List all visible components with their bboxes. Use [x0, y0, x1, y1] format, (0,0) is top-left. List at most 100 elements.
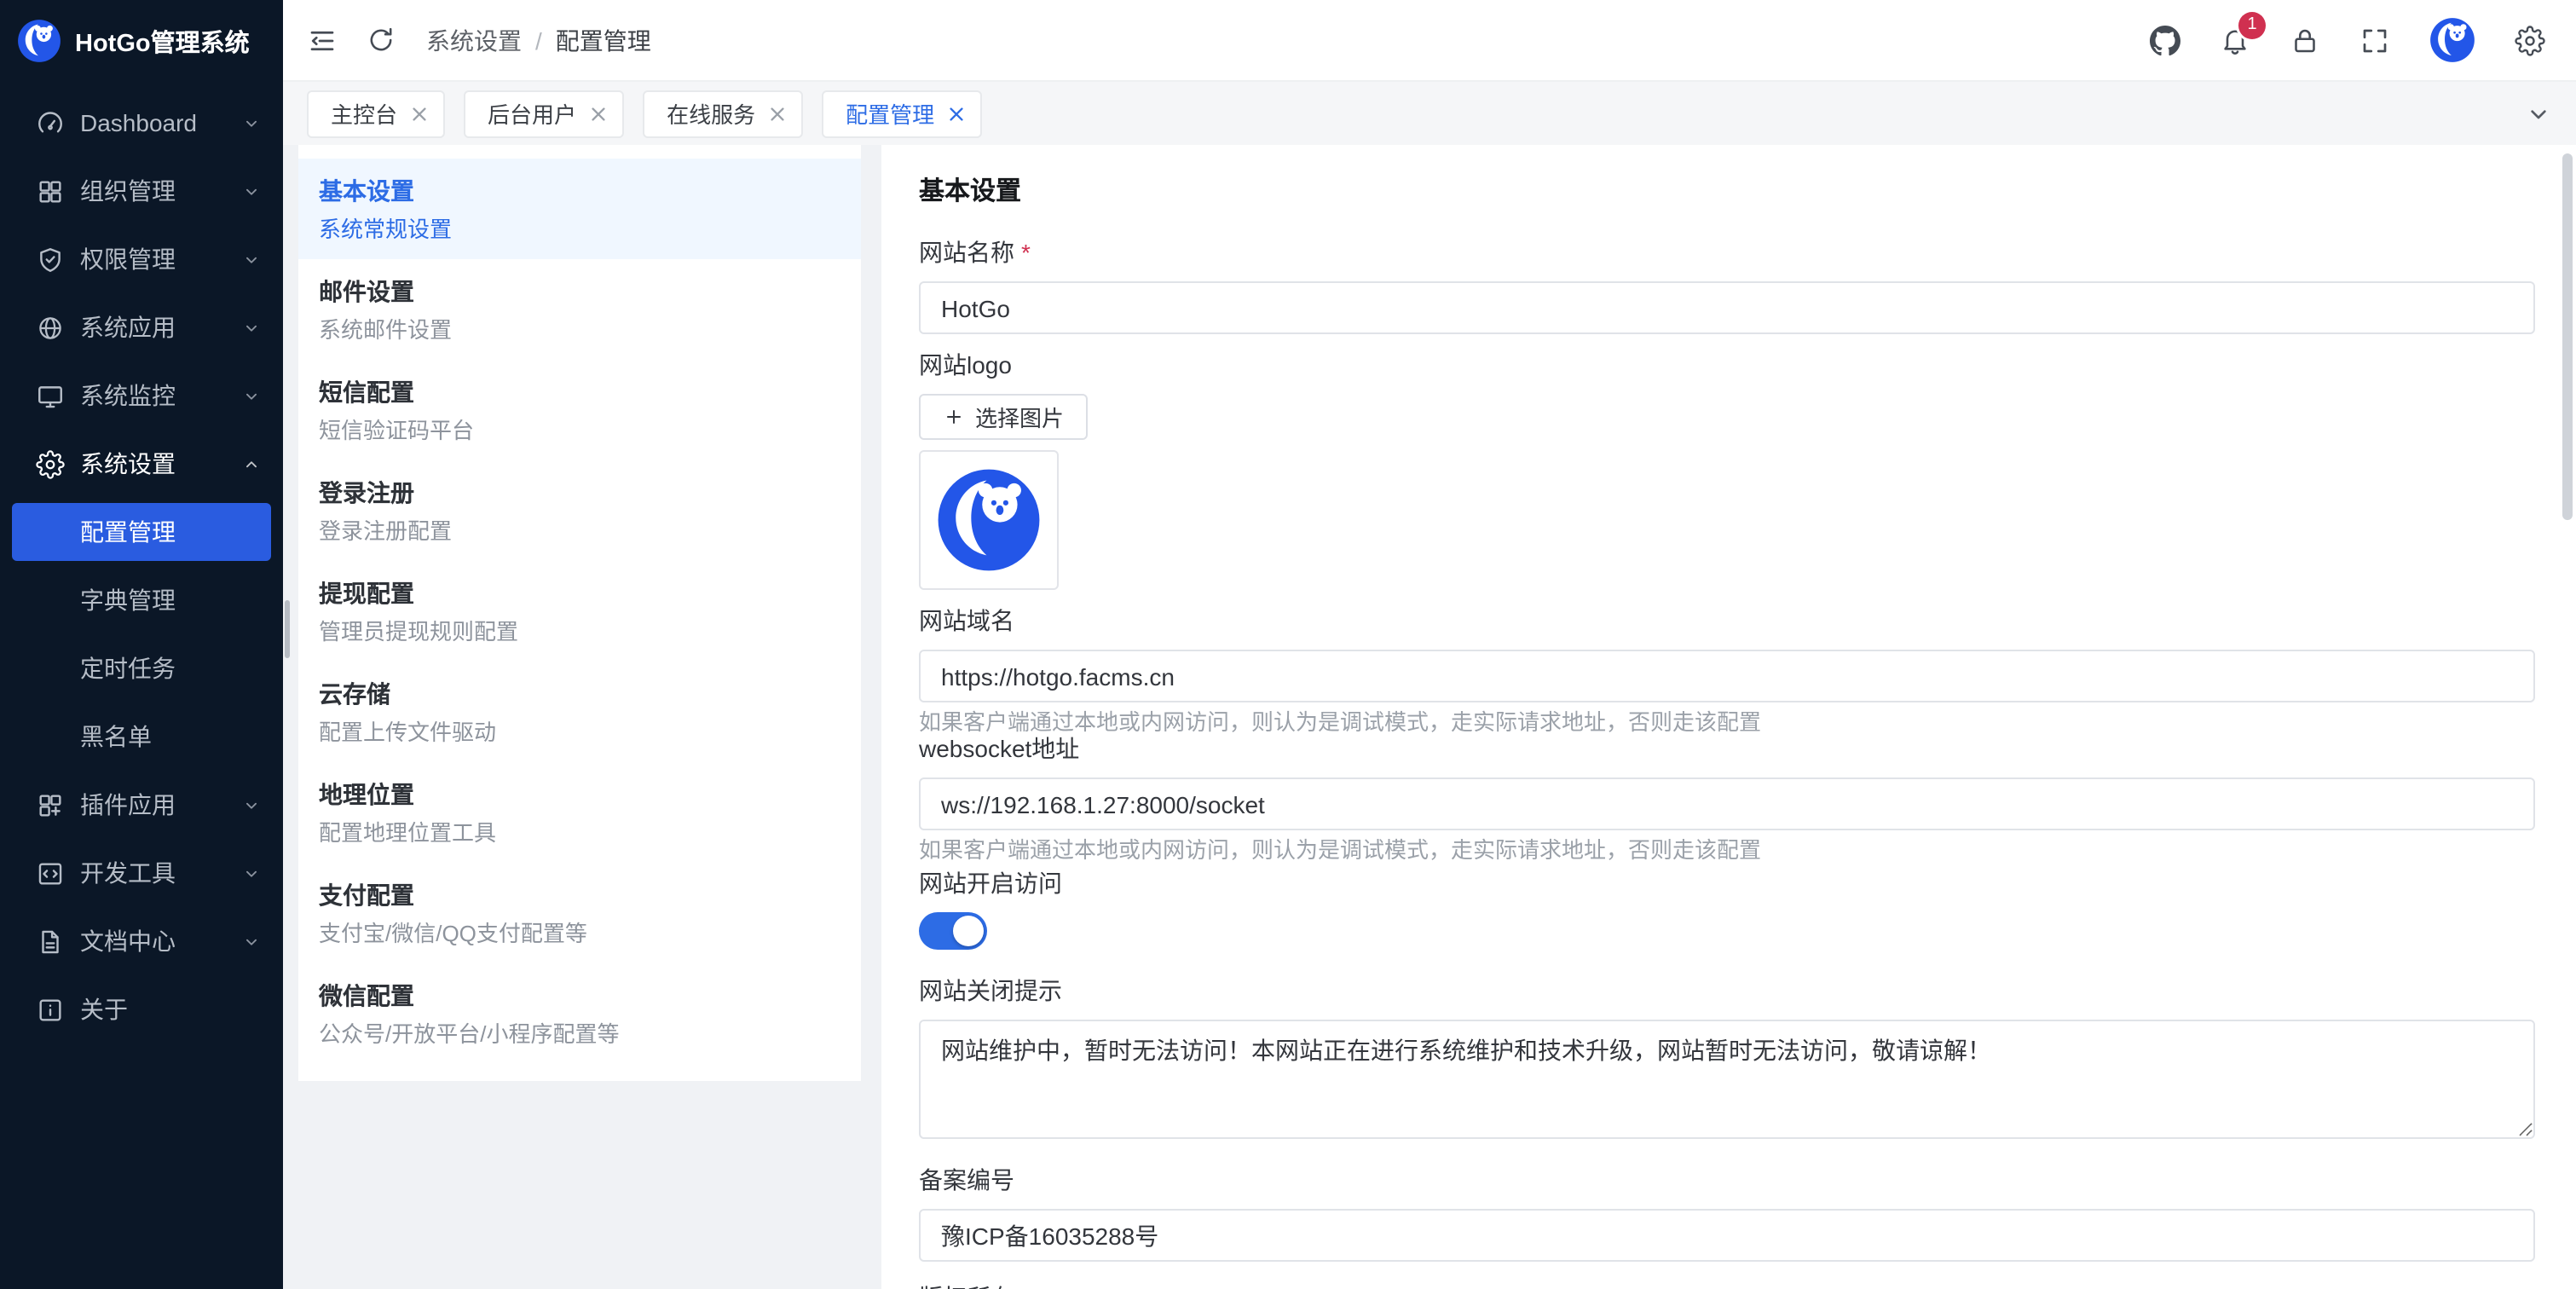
lock-icon[interactable]: [2290, 25, 2320, 55]
settings-nav-wechat[interactable]: 微信配置 公众号/开放平台/小程序配置等: [298, 963, 861, 1064]
field-close-tip: 网站关闭提示 网站维护中，暂时无法访问！本网站正在进行系统维护和技术升级，网站暂…: [919, 977, 2535, 1139]
sidebar-item-organization[interactable]: 组织管理: [0, 157, 283, 225]
settings-nav-basic[interactable]: 基本设置 系统常规设置: [298, 159, 861, 259]
settings-nav-cloud-storage[interactable]: 云存储 配置上传文件驱动: [298, 662, 861, 762]
plus-icon: [943, 406, 965, 428]
sidebar-item-plugins[interactable]: 插件应用: [0, 771, 283, 839]
tab-close-icon[interactable]: [586, 101, 610, 125]
settings-form: 基本设置 网站名称* 网站logo 选择图片 网站域名: [881, 145, 2576, 1289]
app-logo[interactable]: HotGo管理系统: [0, 0, 283, 82]
breadcrumb: 系统设置 / 配置管理: [426, 23, 651, 57]
settings-nav-geolocation[interactable]: 地理位置 配置地理位置工具: [298, 762, 861, 863]
dashboard-icon: [36, 108, 65, 137]
notification-badge: 1: [2238, 11, 2266, 38]
site-domain-help: 如果客户端通过本地或内网访问，则认为是调试模式，走实际请求地址，否则走该配置: [919, 709, 2535, 735]
field-site-open: 网站开启访问: [919, 870, 2535, 950]
header: 系统设置 / 配置管理 1: [283, 0, 2576, 82]
site-open-toggle[interactable]: [919, 912, 987, 950]
refresh-icon[interactable]: [367, 26, 396, 55]
sidebar: HotGo管理系统 Dashboard 组织管理 权限管理 系统应用: [0, 0, 283, 1289]
subitem-label: 配置管理: [80, 515, 176, 549]
app-title: HotGo管理系统: [75, 23, 250, 59]
sidebar-item-permissions[interactable]: 权限管理: [0, 225, 283, 293]
document-icon: [36, 927, 65, 956]
chevron-down-icon: [242, 113, 261, 132]
field-icp: 备案编号: [919, 1166, 2535, 1262]
chevron-down-icon: [242, 932, 261, 951]
subitem-label: 字典管理: [80, 583, 176, 617]
vertical-scrollbar[interactable]: [2562, 153, 2573, 520]
close-tip-textarea[interactable]: 网站维护中，暂时无法访问！本网站正在进行系统维护和技术升级，网站暂时无法访问，敬…: [919, 1020, 2535, 1139]
sidebar-subitem-blacklist[interactable]: 黑名单: [0, 702, 283, 771]
chevron-down-icon[interactable]: [2525, 100, 2552, 127]
toggle-knob: [953, 916, 984, 946]
hotgo-logo-image: [936, 467, 1042, 573]
breadcrumb-separator: /: [535, 26, 542, 54]
app-root: HotGo管理系统 Dashboard 组织管理 权限管理 系统应用: [0, 0, 2576, 1289]
tab-config-management[interactable]: 配置管理: [822, 90, 982, 137]
subitem-label: 定时任务: [80, 651, 176, 685]
settings-nav-email[interactable]: 邮件设置 系统邮件设置: [298, 259, 861, 360]
settings-panel-scrollbar[interactable]: [285, 600, 290, 658]
chevron-down-icon: [242, 864, 261, 882]
icp-input[interactable]: [919, 1209, 2535, 1262]
github-icon[interactable]: [2150, 25, 2180, 55]
dev-tools-icon: [36, 858, 65, 887]
site-domain-input[interactable]: [919, 650, 2535, 702]
fullscreen-icon[interactable]: [2359, 25, 2390, 55]
sidebar-item-system-apps[interactable]: 系统应用: [0, 293, 283, 361]
field-websocket: websocket地址 如果客户端通过本地或内网访问，则认为是调试模式，走实际请…: [919, 735, 2535, 863]
settings-nav-sms[interactable]: 短信配置 短信验证码平台: [298, 360, 861, 460]
settings-nav-login[interactable]: 登录注册 登录注册配置: [298, 460, 861, 561]
sidebar-item-about[interactable]: 关于: [0, 975, 283, 1043]
site-logo-label: 网站logo: [919, 351, 2535, 380]
icp-label: 备案编号: [919, 1166, 2535, 1195]
field-site-domain: 网站域名 如果客户端通过本地或内网访问，则认为是调试模式，走实际请求地址，否则走…: [919, 607, 2535, 735]
sidebar-item-system-monitor[interactable]: 系统监控: [0, 361, 283, 430]
sidebar-subitem-dictionary[interactable]: 字典管理: [0, 566, 283, 634]
tab-close-icon[interactable]: [765, 101, 789, 125]
tab-console[interactable]: 主控台: [307, 90, 445, 137]
site-open-label: 网站开启访问: [919, 870, 2535, 899]
tab-online-service[interactable]: 在线服务: [643, 90, 803, 137]
sidebar-subitem-scheduled-tasks[interactable]: 定时任务: [0, 634, 283, 702]
breadcrumb-parent[interactable]: 系统设置: [426, 23, 522, 57]
close-tip-label: 网站关闭提示: [919, 977, 2535, 1006]
notification-bell-icon[interactable]: 1: [2220, 25, 2250, 55]
field-site-name: 网站名称*: [919, 239, 2535, 334]
sidebar-item-docs[interactable]: 文档中心: [0, 907, 283, 975]
settings-nav-panel: 基本设置 系统常规设置 邮件设置 系统邮件设置 短信配置 短信验证码平台 登录注…: [298, 145, 861, 1081]
settings-nav-payment[interactable]: 支付配置 支付宝/微信/QQ支付配置等: [298, 863, 861, 963]
subitem-label: 黑名单: [80, 720, 152, 754]
chevron-down-icon: [242, 795, 261, 814]
sidebar-item-system-settings[interactable]: 系统设置: [0, 430, 283, 498]
org-grid-icon: [36, 176, 65, 205]
monitor-icon: [36, 381, 65, 410]
menu-collapse-icon[interactable]: [307, 25, 338, 55]
sidebar-item-dashboard[interactable]: Dashboard: [0, 89, 283, 157]
site-logo-preview[interactable]: [919, 450, 1059, 590]
sidebar-subitem-config-management[interactable]: 配置管理: [0, 498, 283, 566]
sidebar-item-dev-tools[interactable]: 开发工具: [0, 839, 283, 907]
settings-gear-icon[interactable]: [2515, 25, 2545, 55]
field-site-logo: 网站logo 选择图片: [919, 351, 2535, 590]
choose-image-button[interactable]: 选择图片: [919, 394, 1088, 440]
settings-nav-withdraw[interactable]: 提现配置 管理员提现规则配置: [298, 561, 861, 662]
tab-close-icon[interactable]: [944, 101, 968, 125]
tab-label: 主控台: [331, 97, 397, 130]
breadcrumb-current[interactable]: 配置管理: [556, 23, 651, 57]
tab-admin-users[interactable]: 后台用户: [464, 90, 624, 137]
site-name-input[interactable]: [919, 281, 2535, 334]
site-name-label: 网站名称*: [919, 239, 2535, 268]
tab-close-icon[interactable]: [407, 101, 431, 125]
user-avatar[interactable]: [2429, 17, 2475, 63]
chevron-down-icon: [242, 386, 261, 405]
tab-label: 在线服务: [667, 97, 755, 130]
copyright-label: 版权所有: [919, 1284, 2535, 1289]
websocket-input[interactable]: [919, 777, 2535, 830]
websocket-label: websocket地址: [919, 735, 2535, 764]
info-icon: [36, 995, 65, 1024]
sidebar-menu: Dashboard 组织管理 权限管理 系统应用 系统监控: [0, 82, 283, 1289]
main-area: 系统设置 / 配置管理 1 主控台: [283, 0, 2576, 1289]
shield-check-icon: [36, 245, 65, 274]
